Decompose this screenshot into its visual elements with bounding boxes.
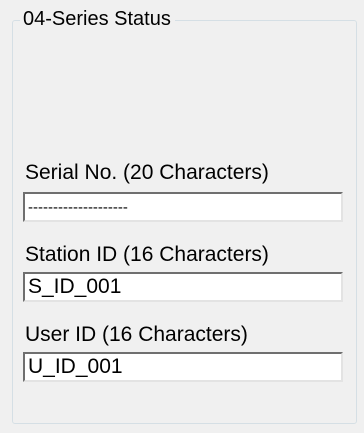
serial-number-label: Serial No. (20 Characters) <box>25 161 269 184</box>
station-id-input[interactable] <box>23 272 343 302</box>
groupbox-title: 04-Series Status <box>20 6 175 32</box>
status-panel: 04-Series Status Serial No. (20 Characte… <box>0 0 364 433</box>
user-id-input[interactable] <box>23 352 343 382</box>
user-id-label: User ID (16 Characters) <box>25 323 248 346</box>
serial-number-input[interactable] <box>23 192 343 222</box>
station-id-label: Station ID (16 Characters) <box>25 243 269 266</box>
